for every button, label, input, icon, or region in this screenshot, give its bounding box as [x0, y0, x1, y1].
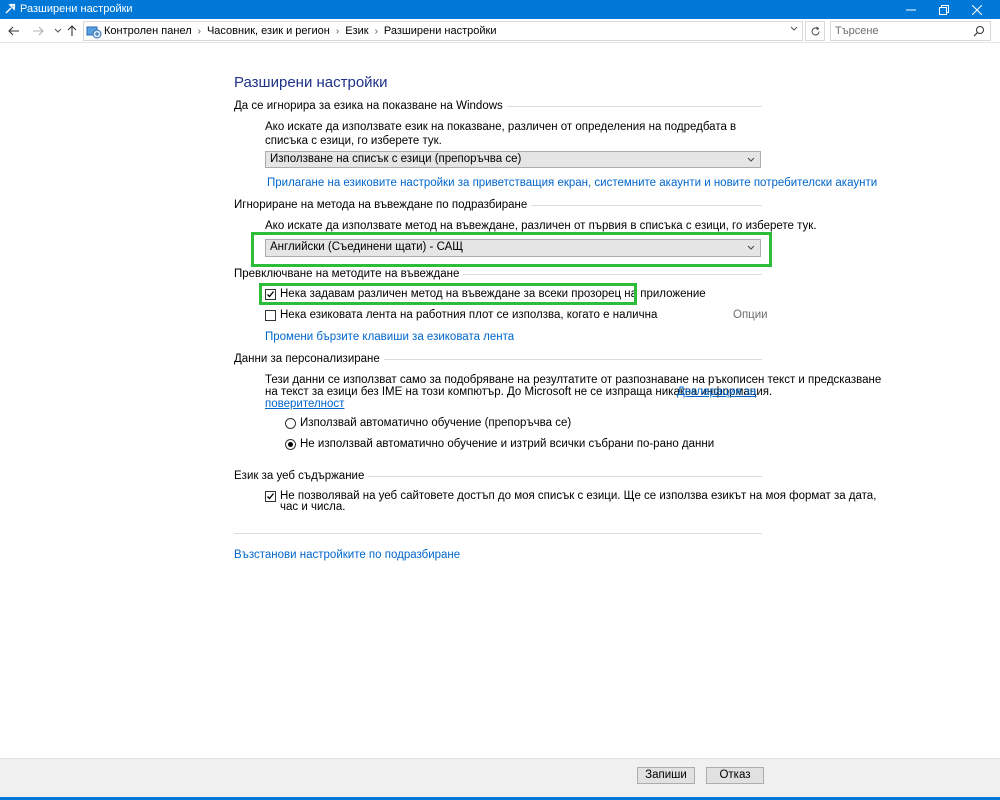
- search-icon[interactable]: [973, 25, 985, 37]
- chevron-down-icon: [54, 28, 62, 33]
- control-panel-icon: [86, 26, 102, 39]
- bottom-divider: [234, 526, 762, 540]
- minimize-button[interactable]: [896, 0, 926, 19]
- privacy-statement-link-continued[interactable]: поверителност: [265, 397, 344, 411]
- restore-button[interactable]: [929, 0, 959, 19]
- per-app-input-method-checkbox[interactable]: [265, 288, 276, 300]
- section-heading: Данни за персонализиране: [234, 352, 384, 366]
- change-hotkeys-link[interactable]: Промени бързите клавиши за езиковата лен…: [265, 330, 514, 344]
- refresh-button[interactable]: [805, 21, 825, 41]
- breadcrumb: Контролен панел › Часовник, език и регио…: [104, 25, 496, 38]
- back-arrow-icon: [8, 26, 19, 36]
- footer-bar: [0, 758, 1000, 800]
- section-heading: Език за уеб съдържание: [234, 469, 369, 483]
- desktop-language-bar-option[interactable]: Нека езиковата лента на работния плот се…: [265, 308, 657, 322]
- checkmark-icon: [267, 290, 275, 297]
- input-method-dropdown[interactable]: Английски (Съединени щати) - САЩ: [265, 239, 761, 257]
- section-heading: Да се игнорира за езика на показване на …: [234, 99, 507, 113]
- up-button[interactable]: [64, 23, 80, 39]
- breadcrumb-separator: ›: [197, 26, 201, 37]
- input-method-selected: Английски (Съединени щати) - САЩ: [270, 241, 464, 253]
- web-content-language-option[interactable]: Не позволявай на уеб сайтовете достъп до…: [265, 489, 876, 503]
- forward-button[interactable]: [30, 23, 46, 39]
- dont-use-auto-learning-label[interactable]: Не използвай автоматично обучение и изтр…: [300, 438, 714, 450]
- web-content-language-label[interactable]: Не позволявай на уеб сайтовете достъп до…: [280, 490, 876, 502]
- up-arrow-icon: [67, 25, 77, 36]
- cancel-button[interactable]: Отказ: [706, 767, 764, 784]
- section-web-content-language: Език за уеб съдържание: [234, 469, 762, 483]
- section-heading: Превключване на методите на въвеждане: [234, 267, 464, 281]
- section-input-method: Игнориране на метода на въвеждане по под…: [234, 198, 762, 212]
- forward-arrow-icon: [33, 26, 44, 36]
- section-personalization-data: Данни за персонализиране: [234, 352, 762, 366]
- refresh-icon: [811, 26, 819, 35]
- privacy-statement-link[interactable]: Декларация за: [677, 385, 756, 399]
- breadcrumb-control-panel[interactable]: Контролен панел: [104, 25, 192, 38]
- web-content-language-checkbox[interactable]: [265, 490, 276, 502]
- breadcrumb-separator: ›: [374, 26, 378, 37]
- back-button[interactable]: [6, 23, 22, 39]
- chevron-down-icon: [747, 245, 755, 250]
- display-language-description: Ако искате да използвате език на показва…: [265, 121, 737, 147]
- section-switching-input-methods: Превключване на методите на въвеждане: [234, 267, 762, 281]
- use-auto-learning-radio[interactable]: [285, 417, 296, 429]
- breadcrumb-separator: ›: [335, 26, 340, 37]
- address-bar[interactable]: Контролен панел › Часовник, език и регио…: [83, 21, 803, 41]
- input-method-description: Ако искате да използвате метод на въвежд…: [265, 220, 817, 232]
- close-icon: [972, 4, 982, 15]
- restore-defaults-link[interactable]: Възстанови настройките по подразбиране: [234, 548, 460, 562]
- save-button[interactable]: Запиши: [637, 767, 695, 784]
- section-heading: Игнориране на метода на въвеждане по под…: [234, 198, 532, 212]
- section-divider: [234, 533, 762, 534]
- display-language-selected: Използване на списък с езици (препоръчва…: [270, 153, 522, 165]
- dont-use-auto-learning-radio[interactable]: [285, 438, 296, 450]
- desktop-language-bar-label[interactable]: Нека езиковата лента на работния плот се…: [280, 309, 657, 321]
- close-button[interactable]: [962, 0, 992, 19]
- options-link[interactable]: Опции: [733, 308, 768, 322]
- search-input[interactable]: [835, 24, 965, 38]
- checkmark-icon: [267, 492, 275, 499]
- breadcrumb-clock-language-region[interactable]: Часовник, език и регион: [207, 25, 330, 38]
- per-app-input-method-option[interactable]: Нека задавам различен метод на въвеждане…: [265, 287, 706, 301]
- display-language-dropdown[interactable]: Използване на списък с езици (препоръчва…: [265, 151, 761, 168]
- per-app-input-method-label[interactable]: Нека задавам различен метод на въвеждане…: [280, 288, 706, 300]
- section-display-language: Да се игнорира за езика на показване на …: [234, 99, 762, 113]
- window-title: Разширени настройки: [20, 3, 133, 15]
- search-box[interactable]: [830, 21, 991, 41]
- page-title: Разширени настройки: [234, 74, 388, 91]
- radio-selected-dot: [288, 441, 293, 447]
- use-auto-learning-label[interactable]: Използвай автоматично обучение (препоръч…: [300, 417, 571, 429]
- use-auto-learning-option[interactable]: Използвай автоматично обучение (препоръч…: [285, 416, 571, 430]
- apply-language-settings-link[interactable]: Прилагане на езиковите настройки за прив…: [267, 176, 877, 190]
- chevron-down-icon: [747, 157, 755, 162]
- breadcrumb-advanced-settings[interactable]: Разширени настройки: [384, 25, 497, 38]
- maximize-icon: [939, 4, 949, 15]
- desktop-language-bar-checkbox[interactable]: [265, 309, 276, 321]
- breadcrumb-language[interactable]: Език: [345, 25, 368, 38]
- web-content-language-label-continued: час и числа.: [280, 501, 346, 513]
- dont-use-auto-learning-option[interactable]: Не използвай автоматично обучение и изтр…: [285, 437, 714, 451]
- settings-app-icon: [5, 3, 16, 14]
- title-bar: Разширени настройки: [0, 0, 1000, 19]
- address-dropdown-icon[interactable]: [790, 26, 798, 32]
- minimize-icon: [906, 9, 916, 10]
